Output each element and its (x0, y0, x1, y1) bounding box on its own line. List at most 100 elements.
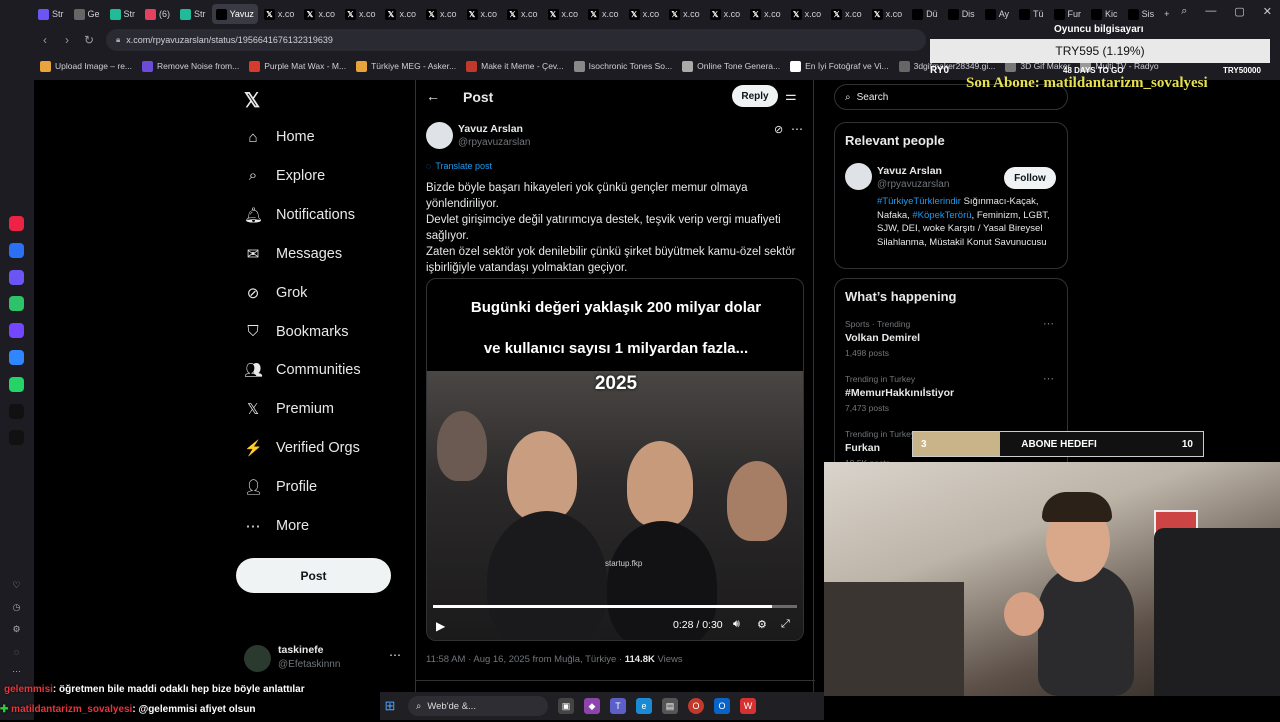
nav-item-premium[interactable]: 𝕏 Premium (244, 394, 334, 424)
bookmark-item[interactable]: Türkiye MEG - Asker... (356, 60, 456, 72)
reload-icon[interactable]: ↻ (78, 33, 100, 47)
sidebar-app-icon[interactable] (9, 430, 24, 446)
fullscreen-icon[interactable]: ⤢ (781, 618, 790, 631)
bookmark-item[interactable]: Online Tone Genera... (682, 60, 780, 72)
sidebar-app-icon[interactable] (9, 296, 24, 312)
settings-gear-icon[interactable]: ⚙ (9, 622, 24, 637)
heart-icon[interactable]: ♡ (9, 578, 24, 593)
browser-tab[interactable]: Fur (1050, 4, 1086, 24)
sidebar-app-icon[interactable] (9, 350, 24, 365)
follow-button[interactable]: Follow (1004, 167, 1056, 189)
edge-icon[interactable]: e (636, 698, 652, 714)
relevant-handle[interactable]: @rpyavuzarslan (877, 179, 949, 190)
bookmark-item[interactable]: Isochronic Tones So... (573, 60, 672, 72)
teams-icon[interactable]: T (610, 698, 626, 714)
forward-arrow-icon[interactable]: › (56, 33, 78, 47)
nav-item-notifications[interactable]: 🔔︎ Notifications (244, 200, 355, 230)
sidebar-app-icon[interactable] (9, 216, 24, 231)
browser-tab[interactable]: Ay (981, 4, 1013, 24)
browser-tab[interactable]: Str (34, 4, 68, 24)
browser-tab[interactable]: 𝕏x.co (503, 4, 542, 24)
winrar-icon[interactable]: W (740, 698, 756, 714)
bookmark-item[interactable]: Make it Meme - Çev... (466, 60, 564, 72)
browser-tab[interactable]: 𝕏x.co (746, 4, 785, 24)
chat-username[interactable]: matildantarizm_sovalyesi (11, 704, 132, 715)
nav-item-profile[interactable]: 👤︎ Profile (244, 472, 317, 502)
windows-start-icon[interactable]: ⊞ (382, 698, 398, 714)
relevant-name[interactable]: Yavuz Arslan (877, 165, 942, 177)
bio-hashtag[interactable]: #TürkiyeTürklerindir (877, 196, 961, 207)
browser-tab[interactable]: 𝕏x.co (665, 4, 704, 24)
translate-post-link[interactable]: ◌ Translate post (426, 161, 492, 171)
nav-item-grok[interactable]: ⊘ Grok (244, 278, 308, 308)
browser-tab[interactable]: Str (106, 4, 140, 24)
trend-more-icon[interactable]: ⋯ (1043, 317, 1054, 330)
trend-more-icon[interactable]: ⋯ (1043, 372, 1054, 385)
browser-tab[interactable]: 𝕏x.co (422, 4, 461, 24)
search-tabs-icon[interactable]: ⌕ (1181, 5, 1187, 18)
nav-item-home[interactable]: ⌂ Home (244, 122, 314, 152)
minimize-icon[interactable]: — (1205, 5, 1216, 18)
close-icon[interactable]: ✕ (1263, 5, 1272, 18)
browser-tab[interactable]: 𝕏x.co (584, 4, 623, 24)
account-more-icon[interactable]: ⋯ (389, 648, 401, 662)
browser-tab[interactable]: 𝕏x.co (300, 4, 339, 24)
sidebar-app-icon[interactable] (9, 269, 24, 285)
sidebar-app-icon[interactable] (9, 376, 24, 392)
video-player[interactable]: Bugünki değeri yaklaşık 200 milyar dolar… (426, 278, 804, 641)
browser-tab[interactable]: Str (176, 4, 210, 24)
browser-tab[interactable]: Yavuz (211, 4, 258, 24)
browser-tab[interactable]: 𝕏x.co (827, 4, 866, 24)
back-arrow-icon[interactable]: ‹ (34, 33, 56, 47)
browser-tab[interactable]: Kic (1087, 4, 1122, 24)
outlook-icon[interactable]: O (714, 698, 730, 714)
address-bar[interactable]: 🔒︎ x.com/rpyavuzarslan/status/1956641676… (106, 29, 926, 51)
bookmark-item[interactable]: Upload Image – re... (40, 60, 132, 72)
browser-tab[interactable]: 𝕏x.co (868, 4, 907, 24)
opera-icon[interactable]: O (688, 698, 704, 714)
browser-tab[interactable]: Tü (1015, 4, 1048, 24)
settings-gear-icon[interactable]: ⚙ (757, 618, 767, 631)
browser-tab[interactable]: Dis (944, 4, 979, 24)
relevant-avatar[interactable] (845, 163, 872, 190)
back-arrow-icon[interactable]: ← (426, 88, 440, 104)
browser-tab[interactable]: (6) (141, 4, 174, 24)
browser-tab[interactable]: 𝕏x.co (544, 4, 583, 24)
post-more-icon[interactable]: ⋯ (791, 122, 803, 136)
trend-title[interactable]: Furkan (845, 442, 880, 454)
author-avatar[interactable] (426, 122, 453, 149)
account-switcher[interactable]: taskinefe @Efetaskinnn ⋯ (244, 642, 404, 676)
taskbar-search[interactable]: ⌕ Web'de &... (408, 696, 548, 716)
browser-tab[interactable]: 𝕏x.co (341, 4, 380, 24)
sidebar-app-icon[interactable] (9, 242, 24, 258)
author-handle[interactable]: @rpyavuzarslan (458, 137, 530, 148)
sidebar-app-icon[interactable] (9, 403, 24, 419)
browser-tab[interactable]: Ge (70, 4, 104, 24)
lightbulb-icon[interactable]: ◌ (9, 644, 24, 659)
trend-title[interactable]: #MemurHakkınıİstiyor (845, 387, 954, 399)
author-name[interactable]: Yavuz Arslan (458, 123, 523, 135)
nav-item-verified-orgs[interactable]: ⚡ Verified Orgs (244, 433, 360, 463)
browser-tab[interactable]: Sis (1124, 4, 1159, 24)
nav-item-communities[interactable]: 👥︎ Communities (244, 355, 361, 385)
bio-hashtag[interactable]: #KöpekTerörü (912, 210, 971, 221)
chat-username[interactable]: gelemmisi (4, 684, 53, 695)
x-logo-icon[interactable]: 𝕏 (244, 88, 260, 113)
nav-item-bookmarks[interactable]: ⛉ Bookmarks (244, 317, 348, 347)
video-progress-track[interactable] (433, 605, 797, 608)
browser-tab[interactable]: 𝕏x.co (706, 4, 745, 24)
reply-button[interactable]: Reply (732, 85, 778, 107)
compose-post-button[interactable]: Post (236, 558, 391, 593)
store-icon[interactable]: ▤ (662, 698, 678, 714)
bookmark-item[interactable]: Purple Mat Wax - M... (249, 60, 346, 72)
browser-tab[interactable]: 𝕏x.co (381, 4, 420, 24)
browser-tab[interactable]: 𝕏x.co (625, 4, 664, 24)
bookmark-item[interactable]: Remove Noise from... (142, 60, 239, 72)
play-icon[interactable]: ▶ (436, 619, 445, 633)
sidebar-app-icon[interactable] (9, 323, 24, 339)
more-dots-icon[interactable]: ⋯ (9, 664, 24, 679)
browser-tab[interactable]: 𝕏x.co (463, 4, 502, 24)
copilot-icon[interactable]: ◆ (584, 698, 600, 714)
volume-icon[interactable]: 🔊︎ (733, 618, 740, 631)
maximize-icon[interactable]: ▢ (1234, 5, 1244, 18)
